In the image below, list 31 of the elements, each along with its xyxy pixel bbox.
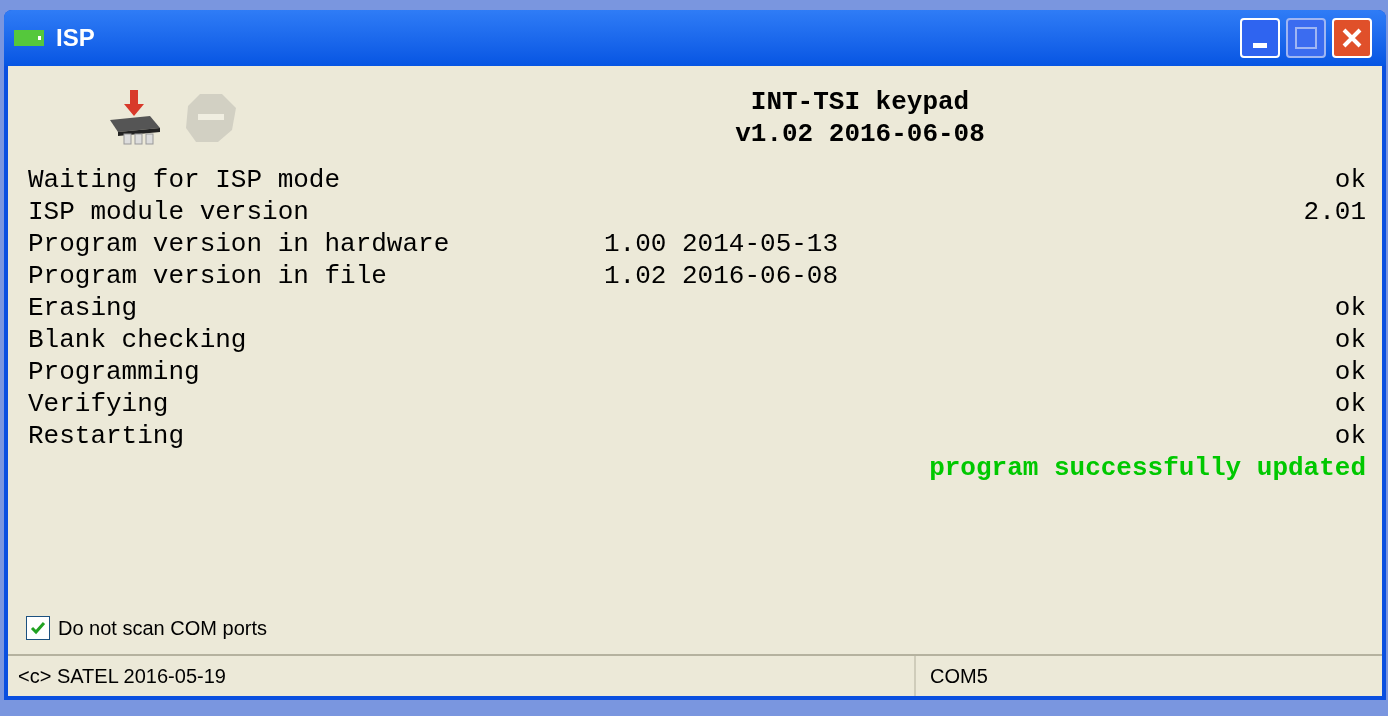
status-text: COM5 — [930, 664, 988, 689]
step-label: ISP module version — [28, 196, 310, 228]
check-icon — [30, 620, 46, 636]
step-result: ok — [1334, 324, 1366, 356]
firmware-version: v1.02 2016-06-08 — [735, 118, 985, 150]
step-label: Restarting — [28, 420, 186, 452]
close-icon — [1341, 27, 1363, 49]
checkbox[interactable] — [26, 616, 50, 640]
step-result: ok — [1334, 292, 1366, 324]
success-message: program successfully updated — [929, 452, 1366, 484]
checkbox-label: Do not scan COM ports — [58, 616, 267, 641]
step-label: Waiting for ISP mode — [28, 164, 342, 196]
step-label: Program version in file — [28, 260, 388, 292]
step-result: ok — [1334, 388, 1366, 420]
memory-module-icon — [14, 28, 44, 48]
minimize-button[interactable] — [1240, 18, 1280, 58]
step-detail: 1.00 2014-05-13 — [604, 228, 839, 260]
step-result: ok — [1334, 164, 1366, 196]
device-name: INT-TSI keypad — [750, 86, 970, 118]
step-detail: 1.02 2016-06-08 — [604, 260, 839, 292]
step-label: Blank checking — [28, 324, 248, 356]
status-text: <c> SATEL 2016-05-19 — [18, 664, 226, 689]
step-label: Programming — [28, 356, 201, 388]
step-label: Erasing — [28, 292, 139, 324]
window-title: ISP — [56, 23, 95, 53]
close-button[interactable] — [1332, 18, 1372, 58]
step-label: Verifying — [28, 388, 170, 420]
step-result: 2.01 — [1303, 196, 1366, 228]
step-result: ok — [1334, 356, 1366, 388]
step-result: ok — [1334, 420, 1366, 452]
step-label: Program version in hardware — [28, 228, 451, 260]
